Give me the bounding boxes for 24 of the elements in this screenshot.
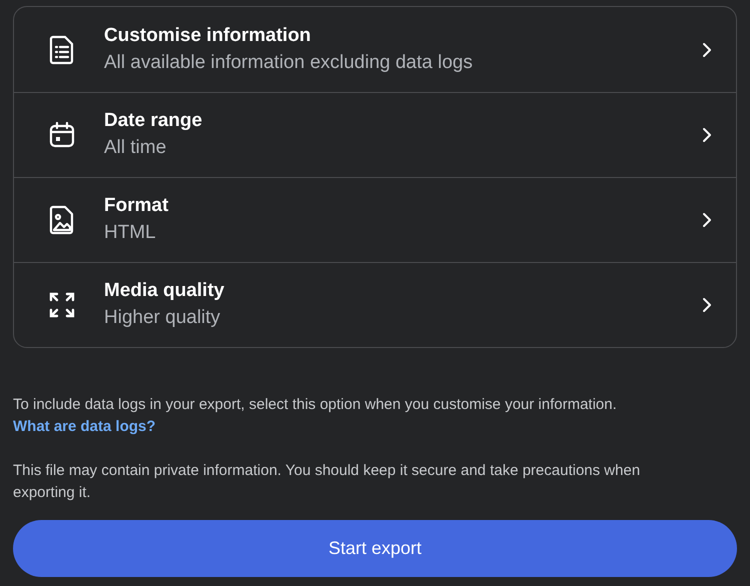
option-row[interactable]: Date range All time	[14, 92, 736, 177]
chevron-right-icon	[702, 212, 712, 228]
image-file-icon	[49, 205, 75, 235]
privacy-warning: This file may contain private information. You should keep it secure and take precautions when exporting it.	[13, 461, 642, 503]
calendar-icon	[49, 122, 75, 148]
option-title: Customise information	[104, 24, 312, 48]
start-export-button[interactable]: Start export	[13, 520, 737, 577]
data-logs-note: To include data logs in your export, select this option when you customise your information. What are data logs?	[13, 395, 618, 437]
chevron-right-icon	[702, 42, 712, 58]
option-row[interactable]: Customise information All available information excluding data logs	[14, 7, 736, 92]
option-value: All time	[104, 136, 168, 160]
option-row[interactable]: Format HTML	[14, 177, 736, 262]
document-list-icon	[49, 34, 75, 64]
option-value: HTML	[104, 221, 157, 245]
option-row[interactable]: Media quality Higher quality	[14, 262, 736, 347]
option-value: Higher quality	[104, 306, 222, 330]
expand-icon	[49, 292, 75, 318]
option-title: Date range	[104, 109, 204, 133]
option-title: Format	[104, 194, 170, 218]
chevron-right-icon	[702, 297, 712, 313]
data-logs-link[interactable]: What are data logs?	[13, 418, 156, 435]
option-value: All available information excluding data logs	[104, 50, 474, 74]
chevron-right-icon	[702, 127, 712, 143]
option-title: Media quality	[104, 279, 226, 303]
